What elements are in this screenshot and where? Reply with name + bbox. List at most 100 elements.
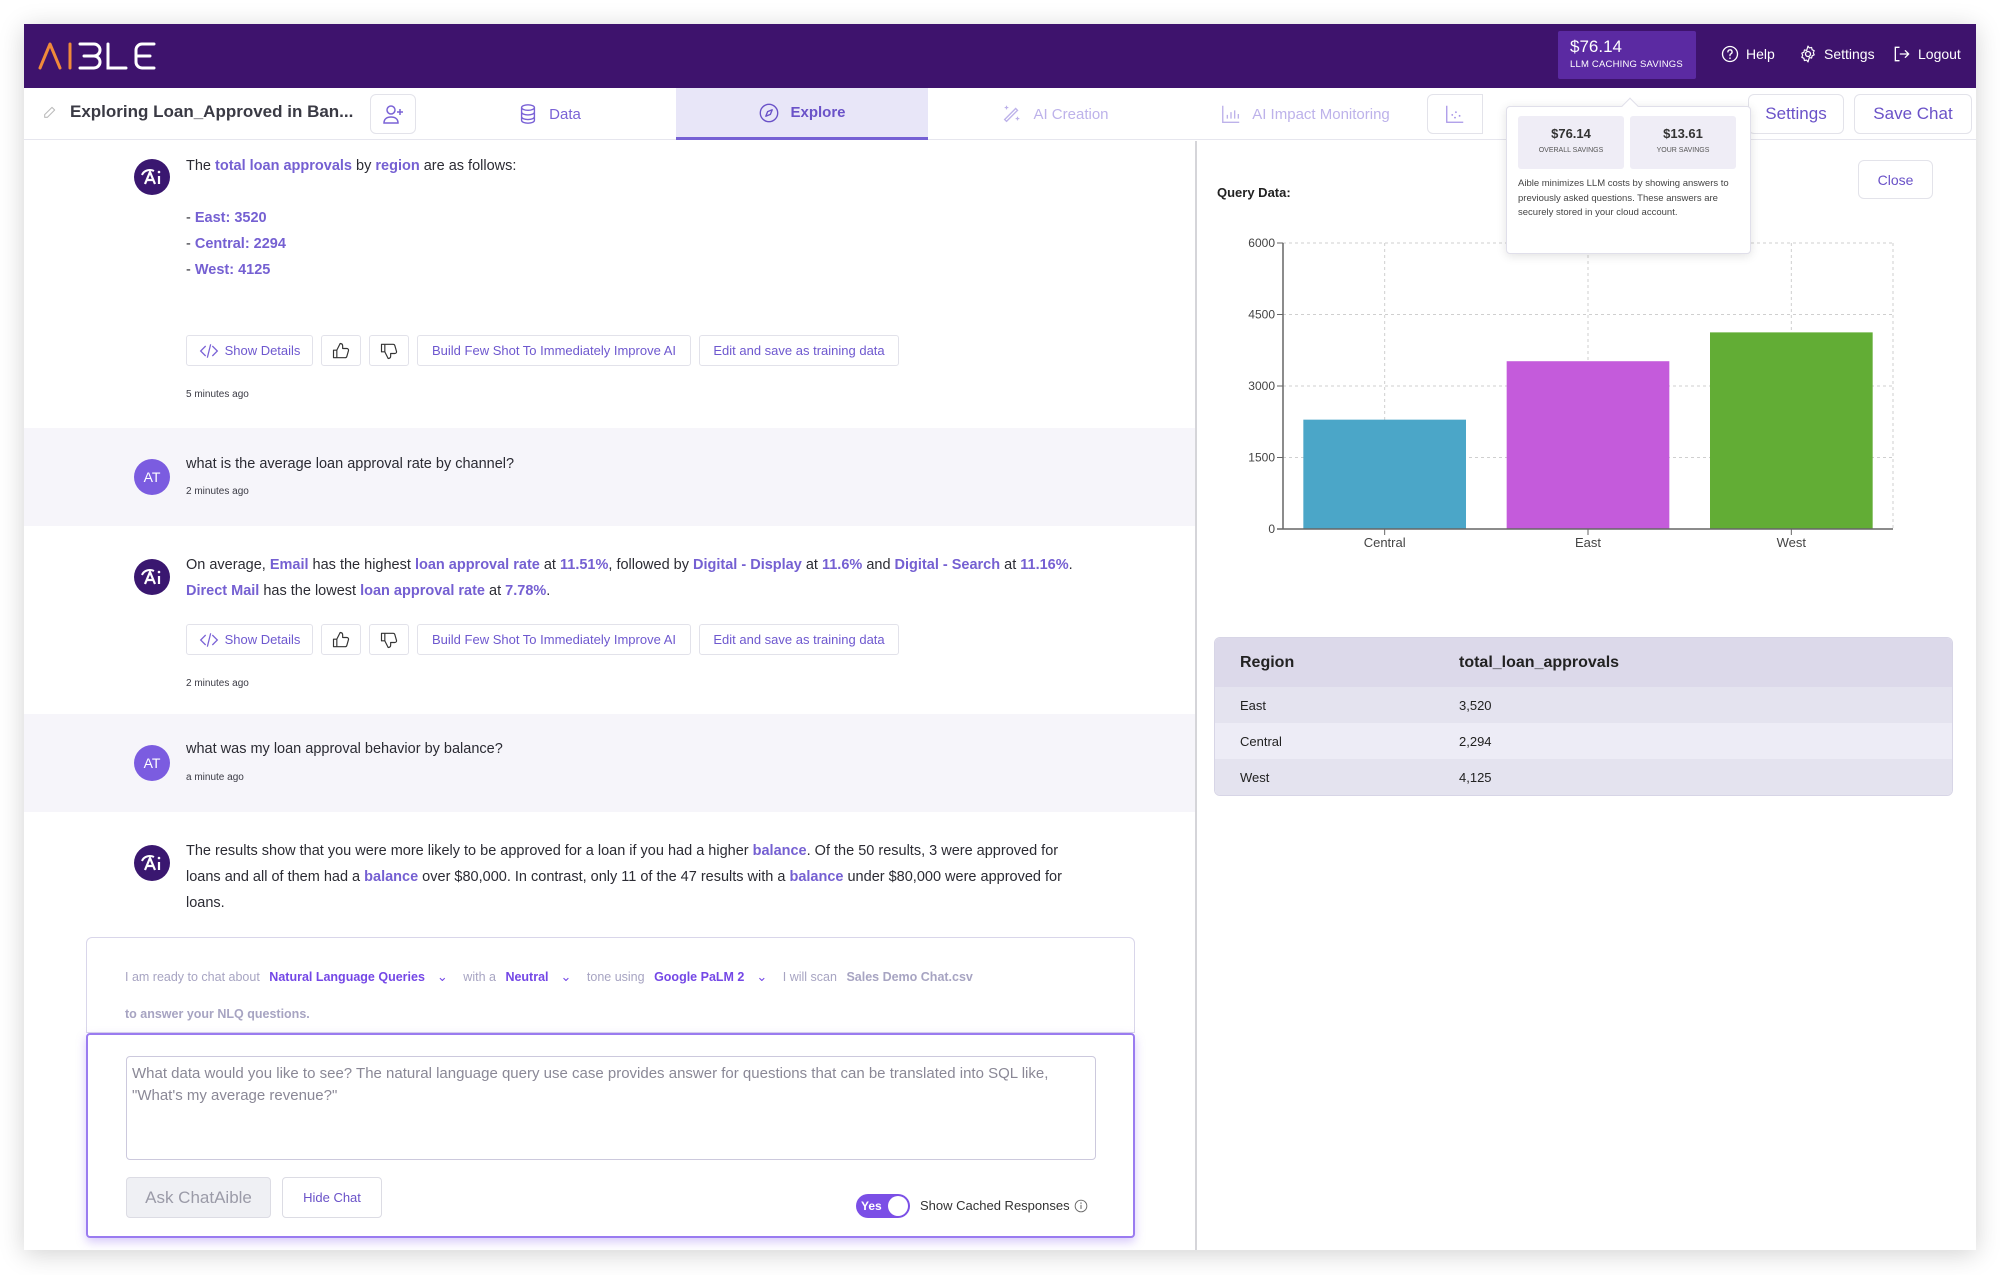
aible-logo[interactable] [38,38,168,74]
chat-composer: Ask ChatAible Hide Chat Yes Show Cached … [86,1033,1135,1238]
database-icon [521,104,536,124]
table-row: West 4,125 [1215,759,1952,795]
message-text-segment: The results show that you were more like… [186,843,753,859]
highlighted-term: Digital - Search [894,557,1001,573]
table-header: Region total_loan_approvals [1215,638,1952,687]
column-header-total-loan-approvals: total_loan_approvals [1459,653,1620,671]
thumbs-down-button[interactable] [369,624,409,655]
add-user-button[interactable] [370,94,416,134]
build-few-shot-button[interactable]: Build Few Shot To Immediately Improve AI [417,624,691,655]
thumbs-down-button[interactable] [369,335,409,366]
overall-savings-card: $76.14 OVERALL SAVINGS [1518,116,1624,169]
llm-caching-savings-button[interactable]: $76.14 LLM CACHING SAVINGS [1558,31,1696,79]
message-timestamp: 2 minutes ago [186,486,249,497]
y-tick-label: 6000 [1248,236,1275,250]
logout-link[interactable]: Logout [1892,44,1961,64]
savings-label: LLM CACHING SAVINGS [1570,59,1683,70]
user-message-text: what is the average loan approval rate b… [186,456,515,472]
question-input[interactable] [126,1056,1096,1160]
highlighted-term: balance [789,869,844,885]
tone-dropdown[interactable]: Neutral [505,970,548,984]
message-text-segment: . [1068,557,1073,573]
help-label: Help [1746,46,1775,62]
show-details-button[interactable]: Show Details [186,624,313,655]
message-text-segment: at [801,557,822,573]
save-chat-button[interactable]: Save Chat [1854,94,1972,134]
highlighted-term: Email [269,557,309,573]
aible-avatar [134,845,170,881]
x-tick-label: Central [1364,535,1406,550]
bar-central [1303,419,1466,529]
y-tick-label: 1500 [1248,451,1275,465]
highlighted-term: 11.51% [560,557,609,573]
highlighted-term: loan approval rate [360,583,485,599]
ai-message-text: The results show that you were more like… [186,838,1086,916]
build-few-shot-button[interactable]: Build Few Shot To Immediately Improve AI [417,335,691,366]
chevron-down-icon[interactable]: ⌄ [756,969,767,984]
settings-label: Settings [1824,46,1875,62]
info-icon[interactable] [1074,1199,1088,1213]
chevron-down-icon[interactable]: ⌄ [561,969,572,984]
message-actions: Show Details Build Few Shot To Immediate… [186,335,899,366]
show-details-button[interactable]: Show Details [186,335,313,366]
chart-view-button[interactable] [1427,94,1483,134]
chat-message-user: AT what is the average loan approval rat… [24,428,1195,526]
thumbs-up-button[interactable] [321,335,361,366]
thumbs-up-button[interactable] [321,624,361,655]
message-timestamp: 2 minutes ago [186,678,249,689]
thumbs-up-icon [332,631,350,647]
message-timestamp: 5 minutes ago [186,389,249,400]
help-link[interactable]: Help [1720,44,1775,64]
message-actions: Show Details Build Few Shot To Immediate… [186,624,899,655]
scan-file-name: Sales Demo Chat.csv [846,970,973,984]
column-header-region: Region [1240,653,1295,671]
edit-save-training-button[interactable]: Edit and save as training data [699,335,899,366]
tab-data[interactable]: Data [424,88,674,140]
chat-title[interactable]: Exploring Loan_Approved in Ban... [42,102,353,122]
bar-chart: 0 1500 3000 4500 6000 Central East West [1248,236,1894,550]
gear-icon [1801,45,1815,63]
y-tick-label: 3000 [1248,379,1275,393]
bar-east [1506,361,1670,529]
hide-chat-button[interactable]: Hide Chat [282,1177,382,1218]
tab-ai-creation[interactable]: AI Creation [930,88,1180,140]
user-avatar: AT [134,745,170,781]
edit-icon[interactable] [42,104,58,120]
highlighted-term: total loan approvals [215,158,352,174]
edit-save-training-button[interactable]: Edit and save as training data [699,624,899,655]
settings-link[interactable]: Settings [1798,44,1875,64]
x-tick-label: West [1777,535,1807,550]
message-text-segment: by [352,158,376,174]
aible-ai-icon [141,855,161,871]
bar-west [1710,332,1873,529]
top-nav-bar: $76.14 LLM CACHING SAVINGS Help Settings… [24,24,1976,88]
chat-message-user: AT what was my loan approval behavior by… [24,714,1195,812]
table-row: Central 2,294 [1215,723,1952,759]
ask-chataible-button[interactable]: Ask ChatAible [126,1177,271,1218]
tab-data-label: Data [549,105,581,123]
message-text-segment: at [1000,557,1021,573]
message-text-segment: has the lowest [259,583,361,599]
tab-ai-impact-monitoring[interactable]: AI Impact Monitoring [1180,88,1430,140]
highlighted-term: Direct Mail [186,583,260,599]
thumbs-up-icon [332,342,350,358]
chat-settings-button[interactable]: Settings [1748,94,1844,134]
scatter-chart-icon [1446,105,1464,123]
model-dropdown[interactable]: Google PaLM 2 [654,970,744,984]
tab-ai-impact-label: AI Impact Monitoring [1252,105,1390,123]
message-text-segment: and [862,557,895,573]
aible-avatar [134,159,170,195]
ai-message-text: On average, Email has the highest loan a… [186,552,1116,604]
topic-dropdown[interactable]: Natural Language Queries [269,970,425,984]
savings-amount: $76.14 [1570,37,1622,56]
highlighted-term: 11.6% [821,557,863,573]
close-query-panel-button[interactable]: Close [1858,160,1933,199]
show-cached-toggle[interactable]: Yes [856,1194,910,1218]
query-data-panel: Query Data: Close 0 1500 3000 4500 6000 Centr… [1197,141,1976,1250]
logout-label: Logout [1918,46,1961,62]
chevron-down-icon[interactable]: ⌄ [437,969,448,984]
y-tick-label: 4500 [1248,308,1275,322]
tab-explore[interactable]: Explore [676,88,928,140]
bar-chart-icon [1222,105,1240,123]
save-chat-label: Save Chat [1873,104,1953,123]
